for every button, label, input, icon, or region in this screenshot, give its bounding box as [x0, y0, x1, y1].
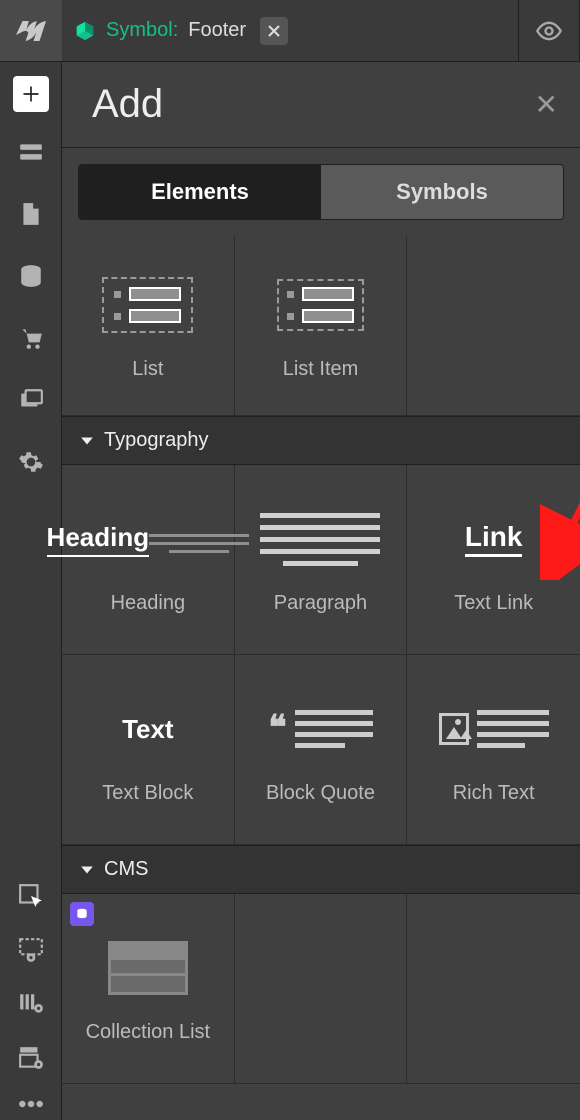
elements-grid-cms: Collection List	[62, 894, 580, 1084]
paragraph-icon	[265, 504, 375, 574]
navigator-icon[interactable]	[17, 138, 45, 166]
section-cms-header[interactable]: CMS	[62, 845, 580, 894]
element-label: Text Block	[102, 782, 193, 805]
element-text-block[interactable]: Text Text Block	[62, 655, 235, 845]
element-rich-text[interactable]: Rich Text	[407, 655, 580, 845]
element-text-link[interactable]: Link Text Link	[407, 465, 580, 655]
left-rail	[0, 0, 62, 1120]
tab-elements[interactable]: Elements	[79, 165, 321, 219]
text-link-icon: Link	[439, 504, 549, 574]
section-title: Typography	[104, 429, 209, 452]
chevron-down-icon	[80, 863, 94, 877]
element-label: Paragraph	[274, 592, 367, 615]
heading-icon: Heading	[93, 504, 203, 574]
block-quote-icon: ❝	[265, 694, 375, 764]
audit-lines-icon[interactable]	[17, 990, 45, 1018]
section-typography-header[interactable]: Typography	[62, 416, 580, 465]
symbol-cube-icon	[74, 20, 96, 42]
eye-icon	[535, 17, 563, 45]
panel-title: Add	[92, 82, 163, 127]
element-list-item[interactable]: List Item	[235, 236, 408, 416]
list-item-icon	[265, 270, 375, 340]
symbol-label: Symbol:	[106, 19, 178, 42]
collection-list-icon	[93, 933, 203, 1003]
list-icon	[93, 270, 203, 340]
symbol-name: Footer	[188, 19, 246, 42]
empty-cell	[407, 894, 580, 1084]
webflow-logo[interactable]	[0, 0, 62, 62]
empty-cell	[407, 236, 580, 416]
layout-preview-icon[interactable]	[17, 1044, 45, 1072]
settings-icon[interactable]	[17, 448, 45, 476]
close-panel-button[interactable]: ✕	[535, 88, 558, 121]
element-list[interactable]: List	[62, 236, 235, 416]
empty-cell	[235, 894, 408, 1084]
element-block-quote[interactable]: ❝ Block Quote	[235, 655, 408, 845]
rich-text-icon	[439, 694, 549, 764]
cms-badge-icon	[70, 902, 94, 926]
assets-icon[interactable]	[17, 386, 45, 414]
element-label: List	[132, 358, 163, 381]
more-icon[interactable]	[17, 1098, 45, 1110]
symbol-bar: Symbol: Footer	[62, 0, 580, 62]
ecommerce-icon[interactable]	[17, 324, 45, 352]
element-collection-list[interactable]: Collection List	[62, 894, 235, 1084]
cms-icon[interactable]	[17, 262, 45, 290]
panel-header: Add ✕	[62, 62, 580, 148]
pages-icon[interactable]	[17, 200, 45, 228]
element-label: Collection List	[86, 1021, 211, 1044]
section-title: CMS	[104, 858, 148, 881]
text-block-icon: Text	[93, 694, 203, 764]
element-label: List Item	[283, 358, 359, 381]
element-label: Block Quote	[266, 782, 375, 805]
add-element-button[interactable]	[13, 76, 49, 112]
preview-dashed-icon[interactable]	[17, 936, 45, 964]
close-icon	[268, 25, 280, 37]
elements-grid-basic: List List Item	[62, 236, 580, 416]
close-symbol-button[interactable]	[260, 17, 288, 45]
chevron-down-icon	[80, 434, 94, 448]
selector-tool-icon[interactable]	[17, 882, 45, 910]
element-label: Heading	[111, 592, 186, 615]
element-paragraph[interactable]: Paragraph	[235, 465, 408, 655]
element-heading[interactable]: Heading Heading	[62, 465, 235, 655]
add-panel: Symbol: Footer Add ✕ Elements Symbols	[62, 0, 580, 1120]
preview-toggle[interactable]	[518, 0, 580, 62]
tabs: Elements Symbols	[78, 164, 564, 220]
tab-symbols[interactable]: Symbols	[321, 165, 563, 219]
elements-grid-typography: Heading Heading Paragraph Link Text Link	[62, 465, 580, 845]
element-label: Text Link	[454, 592, 533, 615]
element-label: Rich Text	[453, 782, 535, 805]
